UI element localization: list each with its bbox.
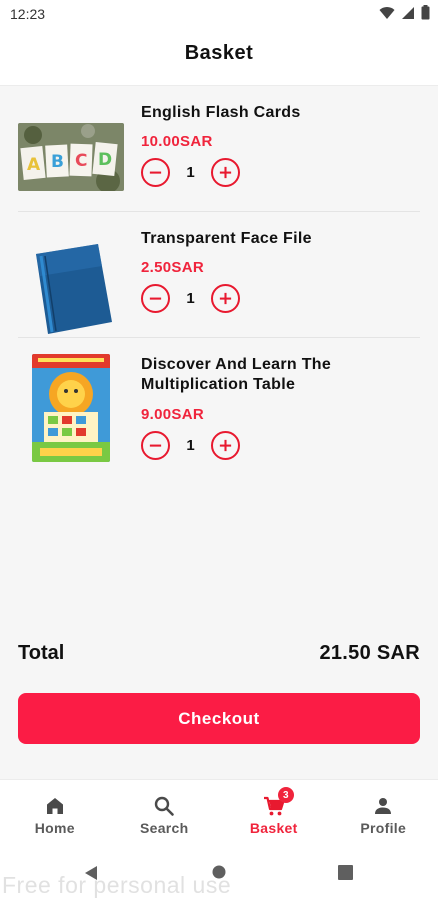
decrease-quantity-button[interactable] [141, 157, 170, 187]
home-circle-icon[interactable] [212, 865, 226, 879]
recents-icon[interactable] [338, 865, 353, 880]
item-name: Discover And Learn The Multiplication Ta… [141, 356, 332, 393]
checkout-button[interactable]: Checkout [18, 693, 420, 744]
multiplication-book-image [32, 354, 110, 462]
product-image-flash-cards: A B C D [18, 123, 124, 191]
product-image-multiplication-book [32, 354, 110, 462]
cart-count-badge: 3 [277, 787, 294, 803]
nav-label: Search [140, 820, 189, 836]
divider [18, 211, 420, 212]
item-name: English Flash Cards [141, 104, 301, 121]
nav-label: Basket [249, 820, 298, 836]
app-header: Basket [0, 28, 438, 86]
increase-quantity-button[interactable] [211, 430, 240, 460]
svg-text:C: C [75, 151, 87, 171]
item-price: 10.00SAR [141, 133, 213, 150]
nav-item-profile[interactable]: Profile [329, 780, 438, 843]
nav-item-home[interactable]: Home [0, 780, 110, 843]
plus-icon [219, 166, 232, 178]
home-icon [46, 798, 63, 814]
total-value: 21.50 SAR [319, 642, 420, 664]
quantity-value: 1 [186, 436, 195, 454]
minus-icon [149, 444, 162, 447]
quantity-value: 1 [186, 289, 195, 307]
item-name: Transparent Face File [141, 230, 312, 247]
item-price: 9.00SAR [141, 406, 204, 423]
divider [18, 337, 420, 338]
flash-cards-image: A B C D [18, 123, 124, 191]
total-label: Total [18, 642, 65, 664]
cart-icon-wrapper: 3 [263, 787, 294, 817]
svg-text:D: D [98, 150, 112, 170]
nav-item-search[interactable]: Search [110, 780, 220, 843]
item-price: 2.50SAR [141, 259, 204, 276]
plus-icon [219, 439, 232, 451]
bottom-nav: Home Search 3 Basket Profile [0, 779, 438, 843]
quantity-stepper: 1 [141, 157, 240, 187]
status-icons [379, 5, 430, 20]
svg-text:A: A [27, 155, 41, 175]
increase-quantity-button[interactable] [211, 283, 240, 313]
minus-icon [149, 171, 162, 174]
plus-icon [219, 292, 232, 304]
decrease-quantity-button[interactable] [141, 430, 170, 460]
quantity-stepper: 1 [141, 430, 240, 460]
status-bar: 12:23 [0, 0, 438, 28]
signal-icon [402, 6, 414, 19]
product-image-face-file [18, 222, 124, 334]
quantity-stepper: 1 [141, 283, 240, 313]
person-icon [375, 798, 392, 814]
back-icon[interactable] [84, 865, 98, 881]
svg-text:B: B [51, 152, 64, 172]
face-file-image [18, 222, 124, 334]
system-nav-bar [0, 843, 438, 900]
status-time: 12:23 [10, 6, 46, 22]
quantity-value: 1 [186, 163, 195, 181]
wifi-icon [379, 6, 395, 19]
nav-item-basket[interactable]: 3 Basket [219, 780, 329, 843]
decrease-quantity-button[interactable] [141, 283, 170, 313]
search-icon [155, 796, 175, 816]
page-title: Basket [184, 42, 254, 64]
increase-quantity-button[interactable] [211, 157, 240, 187]
nav-label: Profile [360, 820, 407, 836]
battery-icon [421, 5, 430, 20]
minus-icon [149, 297, 162, 300]
nav-label: Home [34, 820, 75, 836]
